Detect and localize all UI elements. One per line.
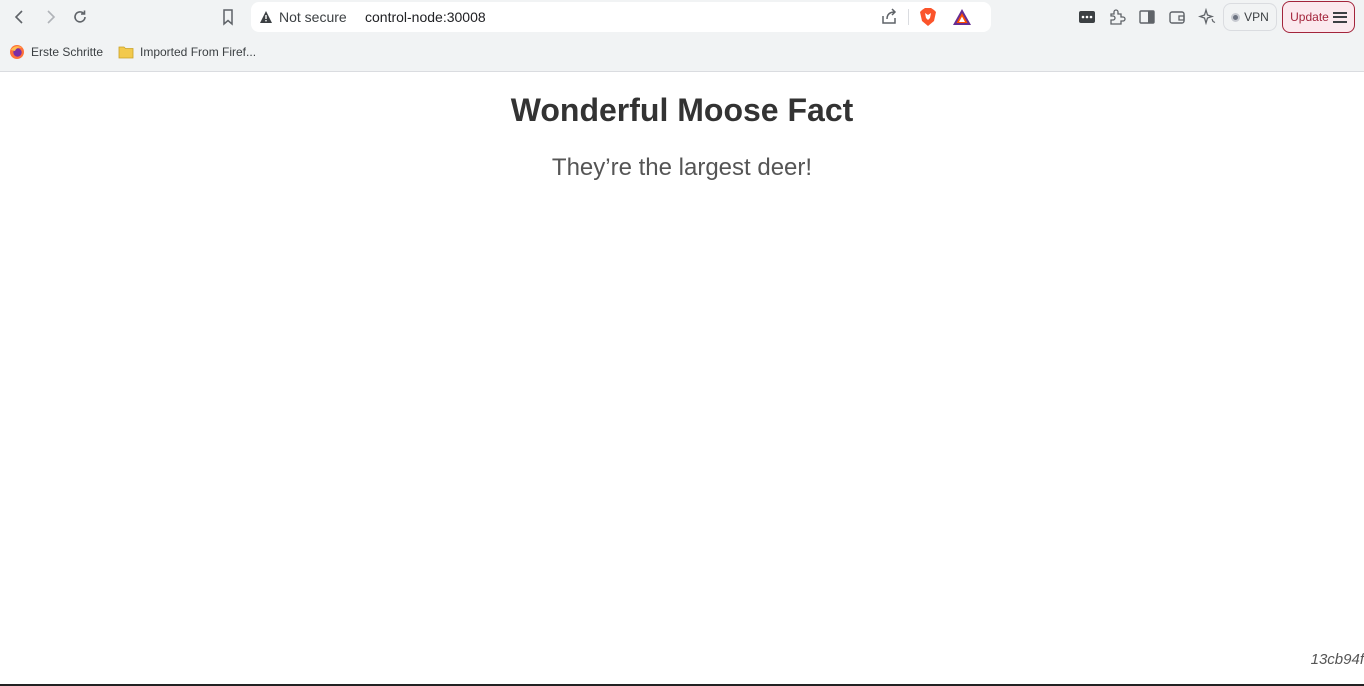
- reload-button[interactable]: [68, 4, 92, 30]
- vpn-button[interactable]: VPN: [1223, 3, 1277, 31]
- extensions-button[interactable]: [1107, 7, 1127, 27]
- browser-chrome: Not secure control-node:30008 VPN Update…: [0, 0, 1364, 72]
- warning-triangle-icon: [260, 11, 272, 23]
- address-bar[interactable]: Not secure control-node:30008: [251, 2, 991, 32]
- browser-toolbar: Not secure control-node:30008 VPN Update: [0, 0, 1364, 34]
- hamburger-menu-icon: [1332, 11, 1347, 23]
- bookmark-label: Imported From Firef...: [140, 45, 257, 59]
- folder-icon: [118, 46, 134, 59]
- page-content: Wonderful Moose Fact They’re the largest…: [0, 72, 1364, 686]
- bookmark-label: Erste Schritte: [31, 45, 104, 59]
- vpn-label: VPN: [1244, 10, 1269, 24]
- password-manager-icon: [1079, 11, 1095, 23]
- forward-button[interactable]: [38, 4, 62, 30]
- reload-icon: [74, 10, 86, 23]
- wallet-button[interactable]: [1167, 7, 1187, 27]
- leo-ai-icon: [1198, 8, 1216, 26]
- update-label: Update: [1290, 10, 1329, 24]
- bookmark-icon[interactable]: [219, 8, 237, 26]
- omnibox-divider: [908, 9, 909, 25]
- back-button[interactable]: [8, 4, 32, 30]
- page-title: Wonderful Moose Fact: [510, 92, 854, 128]
- brave-shields-icon[interactable]: [918, 7, 938, 27]
- bookmark-erste-schritte[interactable]: Erste Schritte: [9, 43, 103, 61]
- vpn-status-icon: [1231, 12, 1241, 22]
- update-button[interactable]: Update: [1282, 1, 1355, 33]
- wallet-icon: [1169, 11, 1185, 24]
- firefox-icon: [10, 45, 24, 59]
- url-text[interactable]: control-node:30008: [365, 9, 486, 25]
- puzzle-extensions-icon: [1110, 9, 1126, 25]
- sidebar-button[interactable]: [1137, 7, 1157, 27]
- leo-ai-button[interactable]: [1197, 7, 1217, 27]
- sidebar-icon: [1139, 10, 1155, 24]
- version-hash: 13cb94f: [1310, 651, 1364, 668]
- security-label[interactable]: Not secure: [279, 9, 347, 25]
- bookmarks-bar: Erste Schritte Imported From Firef...: [0, 38, 1364, 66]
- arrow-right-icon: [47, 10, 56, 24]
- password-manager-button[interactable]: [1077, 7, 1097, 27]
- share-icon[interactable]: [880, 8, 898, 26]
- moose-fact-text: They’re the largest deer!: [551, 154, 813, 181]
- brave-rewards-icon[interactable]: [952, 8, 972, 26]
- bookmark-imported-folder[interactable]: Imported From Firef...: [118, 43, 256, 61]
- arrow-left-icon: [14, 10, 23, 24]
